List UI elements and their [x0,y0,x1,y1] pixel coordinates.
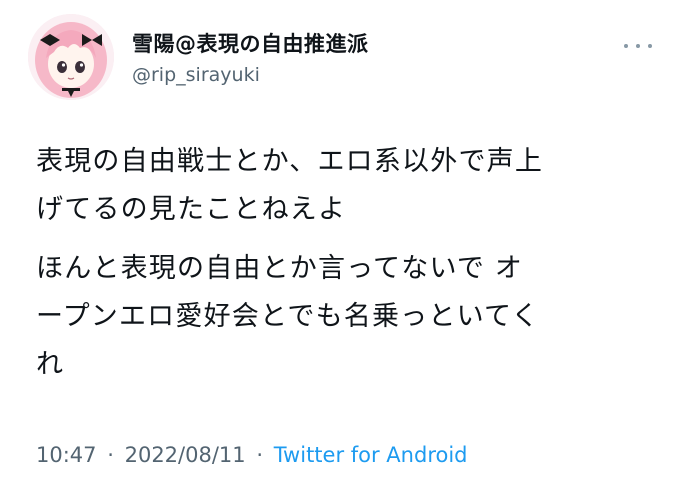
tweet-card: 雪陽@表現の自由推進派 @rip_sirayuki 表現の自由戦士とか、エロ系以… [0,0,680,477]
tweet-time[interactable]: 10:47 [36,443,97,467]
more-dots-icon[interactable] [624,38,652,54]
dot [624,44,628,48]
tweet-paragraph: ほんと表現の自由とか言ってないで オ ープンエロ愛好会とでも名乗っといてく れ [36,253,540,380]
tweet-paragraph: 表現の自由戦士とか、エロ系以外で声上 げてるの見たことねえよ [36,146,544,225]
display-name[interactable]: 雪陽@表現の自由推進派 [132,30,369,58]
avatar[interactable] [28,14,114,100]
tweet-meta: 10:47 · 2022/08/11 · Twitter for Android [36,441,468,469]
separator: · [256,443,264,467]
dot [648,44,652,48]
tweet-text: 表現の自由戦士とか、エロ系以外で声上 げてるの見たことねえよ ほんと表現の自由と… [36,138,656,389]
tweet-date[interactable]: 2022/08/11 [125,443,246,467]
tweet-source-link[interactable]: Twitter for Android [274,443,468,467]
tweet-author: 雪陽@表現の自由推進派 @rip_sirayuki [132,30,369,88]
anime-girl-avatar-icon [28,14,114,100]
dot [636,44,640,48]
separator: · [107,443,114,467]
user-handle[interactable]: @rip_sirayuki [132,62,369,88]
